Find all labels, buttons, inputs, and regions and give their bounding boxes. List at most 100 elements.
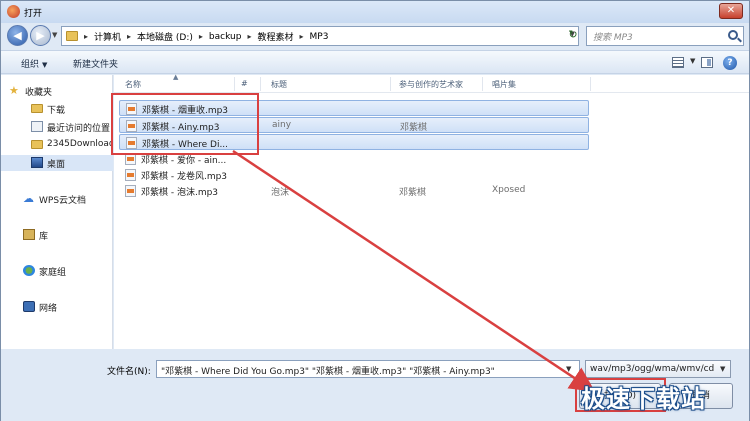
- new-folder-button[interactable]: 新建文件夹: [73, 57, 118, 70]
- breadcrumb-drive-d[interactable]: 本地磁盘 (D:): [137, 30, 193, 43]
- column-header-title[interactable]: 标题: [271, 79, 287, 90]
- folder-icon: [31, 140, 43, 149]
- library-icon: [23, 229, 35, 240]
- recent-locations-dropdown[interactable]: ▼: [52, 31, 57, 39]
- mp3-file-icon: [125, 169, 136, 181]
- breadcrumb-separator: ▸: [299, 32, 304, 41]
- sidebar-item-2345downloads[interactable]: 2345Downloads: [1, 137, 113, 153]
- sidebar-item-favorites[interactable]: ★ 收藏夹: [1, 83, 113, 99]
- file-row[interactable]: 邓紫棋 - 烟重收.mp3: [119, 100, 589, 116]
- organize-label: 组织: [21, 60, 40, 70]
- column-header-album[interactable]: 唱片集: [492, 79, 516, 90]
- mp3-file-icon: [125, 185, 136, 197]
- app-icon: [7, 5, 20, 18]
- filetype-select[interactable]: wav/mp3/ogg/wma/wmv/cd: [585, 360, 731, 378]
- search-placeholder: 搜索 MP3: [593, 33, 633, 43]
- view-mode-dropdown[interactable]: ▼: [690, 57, 695, 65]
- filename-input[interactable]: "邓紫棋 - Where Did You Go.mp3" "邓紫棋 - 烟重收.…: [156, 360, 580, 378]
- file-list: ▲ 名称 # 标题 参与创作的艺术家 唱片集 邓紫棋 - 烟重收.mp3 邓紫棋…: [114, 73, 749, 349]
- breadcrumb-tutorial-materials[interactable]: 教程素材: [257, 30, 293, 43]
- organize-button[interactable]: 组织 ▼: [21, 57, 47, 70]
- command-toolbar: 组织 ▼ 新建文件夹 ▼ ?: [1, 50, 749, 74]
- cloud-icon: ☁: [23, 192, 34, 205]
- column-divider[interactable]: [482, 77, 483, 91]
- breadcrumb-separator: ▸: [198, 32, 203, 41]
- breadcrumb: ▸ 计算机 ▸ 本地磁盘 (D:) ▸ backup ▸ 教程素材 ▸ MP3: [84, 30, 329, 44]
- file-row[interactable]: 邓紫棋 - 爱你 - ain...: [119, 151, 589, 167]
- column-divider[interactable]: [234, 77, 235, 91]
- star-icon: ★: [9, 84, 19, 97]
- mp3-file-icon: [126, 137, 137, 149]
- sidebar-item-label: 最近访问的位置: [47, 124, 111, 134]
- mp3-file-icon: [126, 103, 137, 115]
- sidebar-item-desktop[interactable]: 桌面: [1, 155, 113, 171]
- column-header-contributing-artists[interactable]: 参与创作的艺术家: [399, 79, 463, 90]
- file-row[interactable]: 邓紫棋 - Where Di...: [119, 134, 589, 150]
- file-row[interactable]: 邓紫棋 - 龙卷风.mp3: [119, 167, 589, 183]
- recent-places-icon: [31, 121, 43, 132]
- column-headers: ▲ 名称 # 标题 参与创作的艺术家 唱片集: [114, 73, 749, 93]
- sidebar-item-downloads[interactable]: 下载: [1, 101, 113, 117]
- navigation-pane: ★ 收藏夹 下载 最近访问的位置 2345Downloads 桌面 ☁ WPS云…: [1, 75, 113, 349]
- file-name: 邓紫棋 - Ainy.mp3: [142, 123, 220, 133]
- file-name: 邓紫棋 - 龙卷风.mp3: [141, 172, 228, 182]
- filename-label: 文件名(N):: [107, 367, 151, 377]
- navigation-bar: ◀ ▶ ▼ ▸ 计算机 ▸ 本地磁盘 (D:) ▸ backup ▸ 教程素材 …: [1, 23, 749, 49]
- column-divider[interactable]: [590, 77, 591, 91]
- mp3-file-icon: [125, 153, 136, 165]
- sidebar-item-network[interactable]: 网络: [1, 299, 113, 315]
- sidebar-item-wps-cloud[interactable]: ☁ WPS云文档: [1, 191, 113, 207]
- file-row[interactable]: 邓紫棋 - Ainy.mp3 ainy 邓紫棋: [119, 117, 589, 133]
- sidebar-item-label: 家庭组: [39, 268, 67, 278]
- sidebar-item-libraries[interactable]: 库: [1, 227, 113, 243]
- help-icon[interactable]: ?: [723, 56, 737, 70]
- column-header-name[interactable]: 名称: [125, 79, 141, 90]
- title-bar: 打开 ✕: [1, 1, 749, 23]
- sidebar-item-recent-places[interactable]: 最近访问的位置: [1, 119, 113, 135]
- close-button[interactable]: ✕: [719, 3, 743, 19]
- sidebar-item-label: 2345Downloads: [47, 139, 113, 149]
- back-button[interactable]: ◀: [7, 25, 28, 46]
- search-input[interactable]: 搜索 MP3: [586, 26, 744, 46]
- chevron-down-icon: ▼: [42, 61, 48, 69]
- file-title: 泡沫: [271, 188, 290, 198]
- forward-button[interactable]: ▶: [30, 25, 51, 46]
- address-bar[interactable]: ▸ 计算机 ▸ 本地磁盘 (D:) ▸ backup ▸ 教程素材 ▸ MP3 …: [61, 26, 579, 46]
- filename-dropdown[interactable]: ▼: [566, 365, 571, 373]
- sidebar-item-label: WPS云文档: [39, 196, 87, 206]
- breadcrumb-separator: ▸: [127, 32, 132, 41]
- file-name: 邓紫棋 - Where Di...: [142, 140, 229, 150]
- sidebar-item-label: 下载: [47, 106, 66, 116]
- chevron-down-icon[interactable]: ▼: [720, 365, 725, 373]
- column-divider[interactable]: [260, 77, 261, 91]
- file-name: 邓紫棋 - 爱你 - ain...: [141, 156, 227, 166]
- file-title: ainy: [272, 120, 292, 130]
- view-mode-icon[interactable]: [672, 57, 684, 68]
- refresh-button[interactable]: ↻: [565, 27, 581, 43]
- sort-ascending-icon: ▲: [173, 73, 179, 81]
- file-name: 邓紫棋 - 泡沫.mp3: [141, 188, 219, 198]
- file-artist: 邓紫棋: [400, 123, 428, 133]
- search-icon[interactable]: [728, 30, 738, 40]
- sidebar-item-label: 库: [39, 232, 49, 242]
- breadcrumb-computer[interactable]: 计算机: [94, 30, 121, 43]
- breadcrumb-separator: ▸: [247, 32, 252, 41]
- desktop-icon: [31, 157, 43, 168]
- open-file-dialog: 打开 ✕ ◀ ▶ ▼ ▸ 计算机 ▸ 本地磁盘 (D:) ▸ backup ▸ …: [0, 0, 750, 421]
- column-header-number[interactable]: #: [241, 79, 248, 88]
- breadcrumb-backup[interactable]: backup: [209, 32, 242, 42]
- sidebar-item-label: 网络: [39, 304, 58, 314]
- sidebar-item-label: 收藏夹: [25, 88, 53, 98]
- folder-icon: [31, 104, 43, 113]
- file-artist: 邓紫棋: [399, 188, 427, 198]
- column-divider[interactable]: [390, 77, 391, 91]
- file-row[interactable]: 邓紫棋 - 泡沫.mp3 泡沫 邓紫棋 Xposed: [119, 183, 589, 199]
- network-icon: [23, 301, 35, 312]
- breadcrumb-mp3[interactable]: MP3: [310, 32, 329, 42]
- homegroup-icon: [23, 265, 35, 276]
- breadcrumb-separator: ▸: [84, 32, 89, 41]
- sidebar-item-homegroup[interactable]: 家庭组: [1, 263, 113, 279]
- mp3-file-icon: [126, 120, 137, 132]
- sidebar-item-label: 桌面: [47, 160, 66, 170]
- preview-pane-icon[interactable]: [701, 57, 713, 68]
